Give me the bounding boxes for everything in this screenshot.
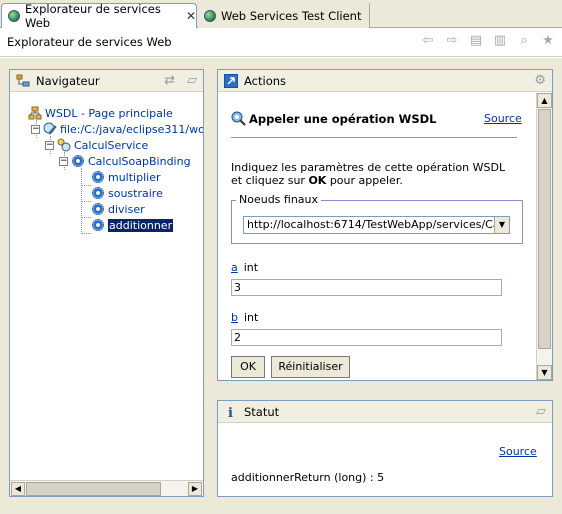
endpoints-legend: Noeuds finaux (236, 193, 322, 206)
scroll-down-icon[interactable]: ▼ (537, 365, 552, 380)
collapse-icon[interactable]: − (45, 140, 54, 150)
actions-title: Actions (244, 73, 287, 88)
operation-gear-icon (91, 218, 105, 232)
collapse-icon[interactable]: − (59, 156, 68, 166)
explorer-toolbar: ⇦ ⇨ ▤ ▥ ⌕ ★ (420, 33, 556, 49)
tree-item-operation-multiplier[interactable]: multiplier (91, 169, 161, 185)
globe-icon (204, 9, 216, 22)
operation-description: Indiquez les paramètres de cette opérati… (231, 161, 506, 187)
actions-panel: Actions ⚙ Appeler une opération WSDL Sou… (217, 69, 553, 381)
globe-icon (8, 10, 20, 22)
endpoints-group: Noeuds finaux http://localhost:6714/Test… (231, 193, 523, 244)
tree-item-wsdl-file[interactable]: − file:/C:/java/eclipse311/works (31, 121, 203, 137)
operation-gear-icon (91, 186, 105, 200)
tree-item-label[interactable]: CalculSoapBinding (88, 155, 191, 168)
tab-web-services-explorer[interactable]: Explorateur de services Web ✕ (1, 2, 197, 30)
actions-settings-icon[interactable]: ⚙ (534, 73, 546, 88)
document-icon[interactable]: ▤ (468, 33, 484, 49)
param-b-type: int (243, 311, 259, 324)
tab-label: Web Services Test Client (221, 8, 362, 23)
collapse-icon[interactable]: − (31, 124, 40, 134)
scroll-thumb[interactable] (26, 482, 161, 496)
tab-label: Explorateur de services Web (25, 2, 161, 30)
status-header: i Statut ▱ (218, 401, 552, 423)
param-b-link[interactable]: b (231, 311, 238, 324)
navigator-title: Navigateur (36, 73, 100, 88)
svg-text:i: i (228, 406, 233, 419)
tree-item-operation-additionner[interactable]: additionner (91, 217, 174, 233)
scroll-thumb[interactable] (538, 109, 551, 349)
chevron-down-icon[interactable]: ▼ (494, 217, 509, 233)
refresh-icon[interactable]: ⇄ (164, 73, 175, 88)
scroll-left-icon[interactable]: ◀ (11, 482, 25, 496)
tab-web-services-test-client[interactable]: Web Services Test Client (198, 3, 370, 28)
endpoint-value: http://localhost:6714/TestWebApp/service… (247, 218, 510, 231)
tree-item-label[interactable]: soustraire (108, 187, 163, 200)
source-link[interactable]: Source (484, 112, 522, 125)
param-b-label: b int (231, 311, 258, 324)
tree-item-binding[interactable]: − CalculSoapBinding (59, 153, 191, 169)
tree-item-operation-diviser[interactable]: diviser (91, 201, 145, 217)
tree-item-label[interactable]: file:/C:/java/eclipse311/works (60, 123, 203, 136)
operation-gear-icon (91, 202, 105, 216)
param-a-label: a int (231, 261, 258, 274)
operation-title: Appeler une opération WSDL (249, 111, 437, 126)
status-source-link[interactable]: Source (499, 445, 537, 458)
scroll-up-icon[interactable]: ▲ (537, 93, 552, 108)
explorer-title-bar: Explorateur de services Web ⇦ ⇨ ▤ ▥ ⌕ ★ (0, 29, 562, 57)
status-result: additionnerReturn (long) : 5 (231, 471, 385, 484)
tree-item-operation-soustraire[interactable]: soustraire (91, 185, 163, 201)
search-icon[interactable]: ⌕ (516, 33, 532, 49)
navigator-horizontal-scrollbar[interactable]: ◀ ▶ (10, 480, 203, 496)
param-a-input[interactable]: 3 (231, 279, 502, 296)
status-panel: i Statut ▱ Source additionnerReturn (lon… (217, 400, 553, 497)
reset-button[interactable]: Réinitialiser (271, 356, 350, 378)
tree-item-label[interactable]: diviser (108, 203, 145, 216)
param-a-link[interactable]: a (231, 261, 238, 274)
clear-icon[interactable]: ▱ (187, 73, 197, 88)
tree-item-label[interactable]: multiplier (108, 171, 161, 184)
close-icon[interactable]: ✕ (186, 9, 196, 23)
status-title: Statut (244, 404, 280, 419)
tree-item-label-selected[interactable]: additionner (108, 218, 174, 232)
clear-icon[interactable]: ▱ (536, 404, 546, 419)
editor-tab-bar: Explorateur de services Web ✕ Web Servic… (0, 0, 562, 30)
binding-icon (71, 154, 85, 168)
service-icon (57, 138, 71, 152)
tree-item-wsdl-main[interactable]: WSDL - Page principale (28, 105, 173, 121)
tree-item-label[interactable]: WSDL - Page principale (45, 107, 173, 120)
operation-invoke-icon (231, 111, 246, 126)
page-title: Explorateur de services Web (7, 35, 172, 49)
favorites-icon[interactable]: ★ (540, 33, 556, 49)
work-area: Navigateur ⇄ ▱ WSDL - Page principale − … (0, 58, 562, 514)
actions-arrow-icon (224, 73, 238, 88)
ok-button[interactable]: OK (231, 356, 265, 378)
operation-gear-icon (91, 170, 105, 184)
navigator-icon (16, 74, 30, 88)
operation-heading: Appeler une opération WSDL (231, 111, 437, 126)
divider (231, 137, 517, 138)
navigator-panel: Navigateur ⇄ ▱ WSDL - Page principale − … (9, 69, 204, 497)
navigator-tree: WSDL - Page principale − file:/C:/java/e… (10, 96, 203, 480)
wsdl-file-icon (43, 122, 57, 136)
scroll-right-icon[interactable]: ▶ (188, 482, 202, 496)
param-a-type: int (243, 261, 259, 274)
tree-item-service[interactable]: − CalculService (45, 137, 148, 153)
actions-content: Appeler une opération WSDL Source Indiqu… (218, 93, 536, 380)
tree-item-label[interactable]: CalculService (74, 139, 148, 152)
endpoint-select[interactable]: http://localhost:6714/TestWebApp/service… (243, 216, 510, 234)
actions-header: Actions ⚙ (218, 70, 552, 92)
navigator-header: Navigateur ⇄ ▱ (10, 70, 203, 92)
actions-vertical-scrollbar[interactable]: ▲ ▼ (536, 93, 552, 380)
forward-icon[interactable]: ⇨ (444, 33, 460, 49)
info-icon: i (224, 405, 238, 419)
document-settings-icon[interactable]: ▥ (492, 33, 508, 49)
back-icon[interactable]: ⇦ (420, 33, 436, 49)
wsdl-home-icon (28, 106, 42, 120)
param-b-input[interactable]: 2 (231, 329, 502, 346)
